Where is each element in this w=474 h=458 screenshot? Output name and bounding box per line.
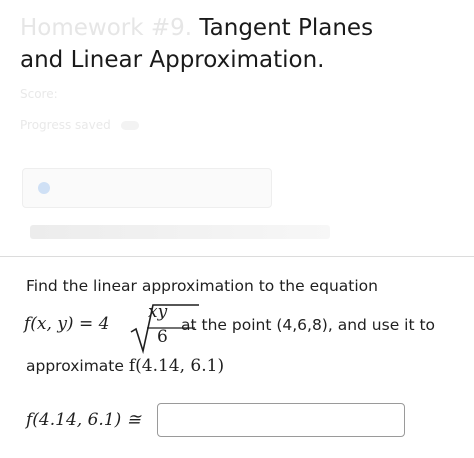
score-line: Score: [20,87,58,101]
progress-text: Progress saved [20,118,111,132]
faded-radio-dot [38,182,50,194]
approx-math: f(4.14, 6.1) [128,356,225,376]
page-title: Homework #9. Tangent Planes and Linear A… [20,12,460,76]
faded-question-card [22,168,272,208]
approx-prefix: approximate [26,357,129,375]
title-line1: Tangent Planes [192,15,374,41]
progress-line: Progress saved [20,118,139,132]
fraction-numerator: xy [148,302,168,322]
section-divider [0,256,474,257]
title-line2: and Linear Approximation. [20,47,325,73]
answer-input[interactable] [157,403,405,437]
fraction-denominator: 6 [157,327,168,347]
question-point-text: at the point (4,6,8), and use it to [181,316,436,334]
function-lhs: f(x, y) = 4 [24,314,110,334]
title-faded: Homework #9. [20,15,193,41]
question-approx-line: approximate f(4.14, 6.1) [26,356,224,376]
progress-pill [120,121,139,130]
faded-row [30,225,330,239]
answer-label: f(4.14, 6.1) ≅ [26,410,141,430]
question-intro: Find the linear approximation to the equ… [26,277,378,295]
